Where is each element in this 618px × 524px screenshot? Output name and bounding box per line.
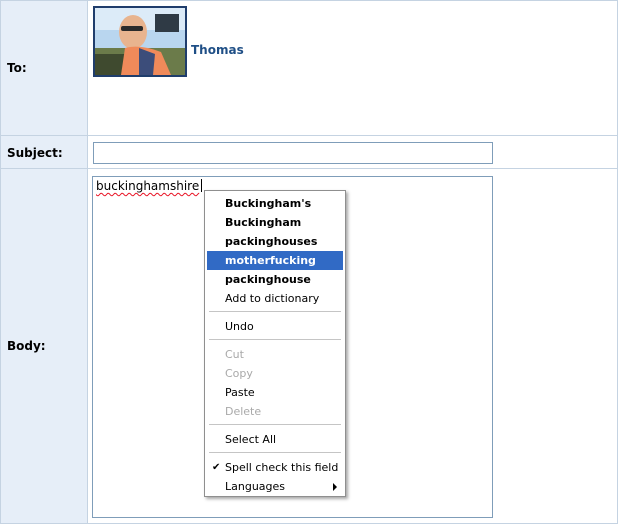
text-caret xyxy=(201,179,203,192)
suggestion-item[interactable]: packinghouse xyxy=(207,270,343,289)
menu-separator xyxy=(209,339,341,340)
menu-separator xyxy=(209,424,341,425)
subject-label: Subject: xyxy=(7,146,63,160)
body-label: Body: xyxy=(7,339,46,353)
to-label: To: xyxy=(7,61,27,75)
languages-item[interactable]: Languages xyxy=(207,477,343,496)
languages-label: Languages xyxy=(225,480,286,493)
suggestion-item[interactable]: packinghouses xyxy=(207,232,343,251)
menu-separator xyxy=(209,452,341,453)
select-all-item[interactable]: Select All xyxy=(207,430,343,449)
to-label-cell: To: xyxy=(1,1,87,135)
suggestion-item[interactable]: Buckingham's xyxy=(207,194,343,213)
spell-check-label: Spell check this field xyxy=(225,461,339,474)
subject-label-cell: Subject: xyxy=(1,136,87,168)
copy-item: Copy xyxy=(225,367,253,380)
body-label-cell: Body: xyxy=(1,169,87,523)
recipient-photo-icon xyxy=(95,8,185,75)
delete-item: Delete xyxy=(225,405,262,418)
submenu-arrow-icon xyxy=(333,483,337,491)
add-to-dictionary-item[interactable]: Add to dictionary xyxy=(207,289,343,308)
misspelled-word[interactable]: buckinghamshire xyxy=(96,179,199,193)
checkmark-icon: ✔ xyxy=(212,462,221,473)
recipient-name[interactable]: Thomas xyxy=(191,43,244,57)
menu-separator xyxy=(209,311,341,312)
undo-item[interactable]: Undo xyxy=(207,317,343,336)
recipient-avatar[interactable] xyxy=(93,6,187,77)
cut-item: Cut xyxy=(225,348,244,361)
suggestion-item[interactable]: Buckingham xyxy=(207,213,343,232)
body-content: buckinghamshire xyxy=(96,178,203,194)
subject-input[interactable] xyxy=(93,142,493,164)
paste-item[interactable]: Paste xyxy=(207,383,343,402)
suggestion-item-highlighted[interactable]: motherfucking xyxy=(207,251,343,270)
spell-check-item[interactable]: ✔ Spell check this field xyxy=(207,458,343,477)
spellcheck-context-menu: Buckingham's Buckingham packinghouses mo… xyxy=(204,190,346,497)
